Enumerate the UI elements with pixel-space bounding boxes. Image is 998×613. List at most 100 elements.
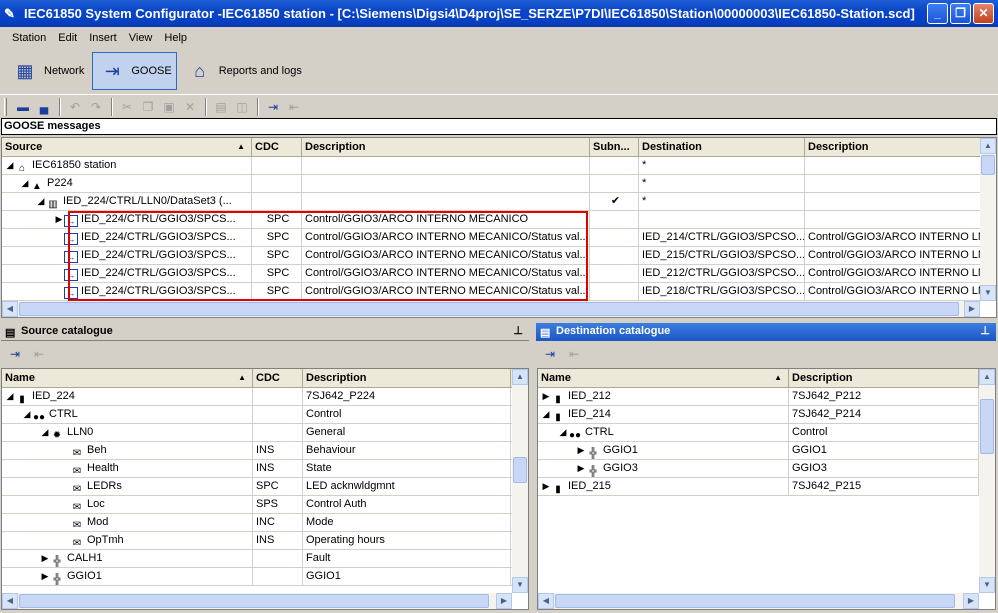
tree-row[interactable]: ✉ Loc SPS Control Auth (2, 496, 528, 514)
expand-icon[interactable]: ▶ (40, 568, 50, 585)
collapse-icon[interactable]: ◢ (22, 406, 32, 423)
scroll-up-icon[interactable]: ▲ (512, 369, 528, 385)
col-description[interactable]: Description (302, 138, 590, 156)
expand-icon[interactable]: ▶ (40, 550, 50, 567)
destination-vertical-scrollbar[interactable]: ▲ ▼ (979, 369, 995, 593)
menu-edit[interactable]: Edit (52, 32, 83, 44)
add-source-icon[interactable]: ⇥ (5, 344, 25, 364)
col-name[interactable]: Name ▲ (538, 369, 789, 387)
goose-row[interactable]: ◢ ⌂ IEC61850 station * (2, 157, 996, 175)
save-icon[interactable]: ▬ (13, 97, 33, 117)
restore-button[interactable]: ❐ (950, 3, 971, 24)
scroll-thumb[interactable] (555, 594, 955, 608)
scroll-up-icon[interactable]: ▲ (980, 138, 996, 154)
toolbar-grip[interactable] (4, 97, 7, 116)
tree-row[interactable]: ◢ ▮ IED_214 7SJ642_P214 (538, 406, 995, 424)
source-vertical-scrollbar[interactable]: ▲ ▼ (512, 369, 528, 593)
add-destination-icon[interactable]: ⇥ (540, 344, 560, 364)
expand-icon[interactable]: ▶ (576, 442, 586, 459)
goose-vertical-scrollbar[interactable]: ▲ ▼ (980, 138, 996, 301)
cut-icon[interactable]: ✂ (117, 97, 137, 117)
goose-row[interactable]: → IED_224/CTRL/GGIO3/SPCS... SPC Control/… (2, 247, 996, 265)
collapse-icon[interactable]: ◢ (36, 193, 46, 210)
tree-row[interactable]: ✉ OpTmh INS Operating hours (2, 532, 528, 550)
subnet-check[interactable]: ✔ (590, 193, 639, 210)
destination-horizontal-scrollbar[interactable]: ◀ ▶ (538, 593, 979, 609)
scroll-left-icon[interactable]: ◀ (538, 593, 554, 609)
menu-insert[interactable]: Insert (83, 32, 123, 44)
tree-row[interactable]: ◢ ▮ IED_224 7SJ642_P224 (2, 388, 528, 406)
redo-icon[interactable]: ↷ (86, 97, 106, 117)
expand-icon[interactable]: ▶ (541, 478, 551, 495)
auto-mac-icon[interactable]: ◫ (232, 97, 252, 117)
collapse-icon[interactable]: ◢ (5, 157, 15, 174)
goose-horizontal-scrollbar[interactable]: ◀ ▶ (2, 301, 980, 317)
tree-row[interactable]: ◢ ●● CTRL Control (538, 424, 995, 442)
network-mode-button[interactable]: ▦ Network (6, 52, 88, 90)
col-subnet[interactable]: Subn... (590, 138, 639, 156)
scroll-down-icon[interactable]: ▼ (979, 577, 995, 593)
scroll-left-icon[interactable]: ◀ (2, 593, 18, 609)
tree-row[interactable]: ✉ Mod INC Mode (2, 514, 528, 532)
tree-row[interactable]: ▶ ▮ IED_212 7SJ642_P212 (538, 388, 995, 406)
scroll-thumb[interactable] (981, 155, 995, 175)
scroll-thumb[interactable] (19, 594, 489, 608)
undo-icon[interactable]: ↶ (65, 97, 85, 117)
delete-icon[interactable]: ✕ (180, 97, 200, 117)
tree-row[interactable]: ▶ ╬ GGIO3 GGIO3 (538, 460, 995, 478)
tree-row[interactable]: ◢ ✹ LLN0 General (2, 424, 528, 442)
tree-row[interactable]: ▶ ╬ GGIO1 GGIO1 (2, 568, 528, 586)
scroll-right-icon[interactable]: ▶ (964, 301, 980, 317)
scroll-thumb[interactable] (980, 399, 994, 454)
scroll-down-icon[interactable]: ▼ (980, 285, 996, 301)
rename-icon[interactable]: ▤ (211, 97, 231, 117)
tree-row[interactable]: ✉ LEDRs SPC LED acknwldgmnt (2, 478, 528, 496)
scroll-right-icon[interactable]: ▶ (963, 593, 979, 609)
col-destination[interactable]: Destination (639, 138, 805, 156)
col-source[interactable]: Source ▲ (2, 138, 252, 156)
tree-row[interactable]: ▶ ╬ GGIO1 GGIO1 (538, 442, 995, 460)
menu-view[interactable]: View (123, 32, 159, 44)
print-icon[interactable]: ▄ (34, 97, 54, 117)
col-dest-description[interactable]: Description (805, 138, 981, 156)
expand-icon[interactable]: ▶ (576, 460, 586, 477)
remove-destination-icon[interactable]: ⇤ (564, 344, 584, 364)
copy-icon[interactable]: ❐ (138, 97, 158, 117)
expand-icon[interactable]: ▶ (54, 211, 64, 228)
goose-mode-button[interactable]: ⇥ GOOSE (92, 52, 177, 90)
tree-row[interactable]: ▶ ╬ CALH1 Fault (2, 550, 528, 568)
pin-icon[interactable]: ⊥ (513, 323, 523, 340)
goose-row[interactable]: → IED_224/CTRL/GGIO3/SPCS... SPC Control/… (2, 229, 996, 247)
tree-row[interactable]: ✉ Beh INS Behaviour (2, 442, 528, 460)
collapse-icon[interactable]: ◢ (40, 424, 50, 441)
expand-icon[interactable]: ▶ (541, 388, 551, 405)
minimize-button[interactable]: _ (927, 3, 948, 24)
col-description[interactable]: Description (303, 369, 511, 387)
tree-row[interactable]: ✉ Health INS State (2, 460, 528, 478)
scroll-thumb[interactable] (19, 302, 959, 316)
col-cdc[interactable]: CDC (252, 138, 302, 156)
scroll-thumb[interactable] (513, 457, 527, 483)
tree-row[interactable]: ◢ ●● CTRL Control (2, 406, 528, 424)
menu-help[interactable]: Help (158, 32, 193, 44)
goose-row[interactable]: ▶ → IED_224/CTRL/GGIO3/SPCS... SPC Control… (2, 211, 996, 229)
source-horizontal-scrollbar[interactable]: ◀ ▶ (2, 593, 512, 609)
close-button[interactable]: ✕ (973, 3, 994, 24)
collapse-icon[interactable]: ◢ (558, 424, 568, 441)
collapse-icon[interactable]: ◢ (20, 175, 30, 192)
scroll-up-icon[interactable]: ▲ (979, 369, 995, 385)
menu-station[interactable]: Station (6, 32, 52, 44)
scroll-down-icon[interactable]: ▼ (512, 577, 528, 593)
tree-row[interactable]: ▶ ▮ IED_215 7SJ642_P215 (538, 478, 995, 496)
goose-row[interactable]: ◢ ▲ P224 * (2, 175, 996, 193)
col-name[interactable]: Name ▲ (2, 369, 253, 387)
goose-row[interactable]: ◢ ▥ IED_224/CTRL/LLN0/DataSet3 (... ✔ * (2, 193, 996, 211)
col-description[interactable]: Description (789, 369, 979, 387)
scroll-left-icon[interactable]: ◀ (2, 301, 18, 317)
remove-source-icon[interactable]: ⇤ (284, 97, 304, 117)
pin-icon[interactable]: ⊥ (980, 323, 990, 340)
add-source-icon[interactable]: ⇥ (263, 97, 283, 117)
scroll-right-icon[interactable]: ▶ (496, 593, 512, 609)
collapse-icon[interactable]: ◢ (541, 406, 551, 423)
col-cdc[interactable]: CDC (253, 369, 303, 387)
